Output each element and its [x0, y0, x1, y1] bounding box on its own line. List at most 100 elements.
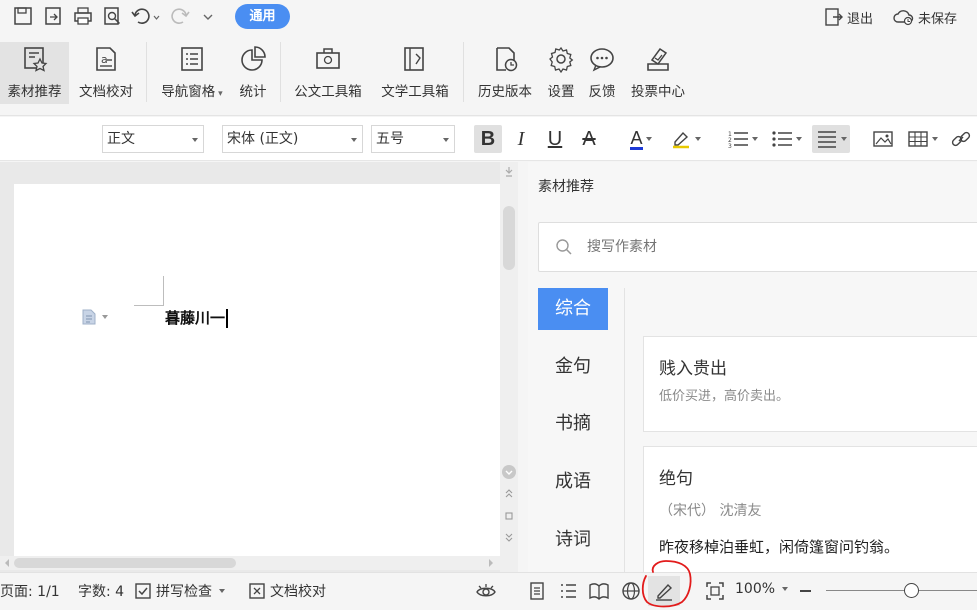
category-tab-poems[interactable]: 诗词 — [538, 519, 608, 561]
page-view-icon[interactable] — [526, 580, 548, 602]
feedback-icon — [590, 48, 614, 72]
ribbon-statistics-button[interactable]: 统计 — [234, 42, 272, 104]
svg-text:3: 3 — [728, 143, 732, 149]
ribbon-official-toolbox-button[interactable]: 公文工具箱 — [288, 42, 368, 104]
nav-pane-icon — [181, 47, 203, 71]
outline-view-icon[interactable] — [557, 580, 579, 602]
card-meta: （宋代） 沈清友 — [659, 503, 762, 519]
ribbon-label: 公文工具箱 — [294, 84, 362, 100]
ribbon-label: 文档校对 — [79, 84, 133, 100]
save-icon[interactable] — [12, 5, 34, 27]
ribbon-literature-toolbox-button[interactable]: 文学工具箱 — [374, 42, 456, 104]
ribbon-vote-center-button[interactable]: 投票中心 — [626, 42, 690, 104]
ribbon-label: 历史版本 — [478, 84, 532, 100]
reading-view-icon[interactable] — [588, 580, 610, 602]
ribbon-label: 统计 — [239, 84, 267, 100]
word-count-label: 字数: 4 — [78, 584, 125, 600]
writing-mode-button[interactable] — [648, 576, 680, 606]
category-tab-quotes[interactable]: 金句 — [538, 346, 608, 388]
official-toolbox-icon — [316, 48, 340, 69]
horizontal-scroll-thumb[interactable] — [14, 558, 236, 568]
zoom-select[interactable]: 100% — [735, 581, 789, 597]
material-card[interactable]: 贱入贵出 低价买进，高价卖出。 — [643, 336, 977, 432]
margin-corner-mark — [134, 276, 164, 306]
pie-chart-icon — [241, 46, 266, 71]
insert-table-button[interactable] — [904, 125, 940, 153]
numbered-list-icon: 123 — [728, 131, 748, 149]
zoom-out-button[interactable] — [800, 590, 811, 592]
unsaved-status-button[interactable]: 未保存 — [893, 6, 957, 28]
ribbon-history-button[interactable]: 历史版本 — [472, 42, 538, 104]
vertical-scroll-thumb[interactable] — [503, 206, 515, 270]
scroll-down-button[interactable] — [502, 465, 516, 479]
zoom-slider-thumb[interactable] — [904, 583, 919, 598]
bold-glyph: B — [480, 127, 496, 150]
style-select[interactable]: 正文 — [102, 125, 204, 153]
italic-button[interactable]: I — [508, 125, 534, 153]
font-color-button[interactable]: A — [622, 125, 660, 153]
underline-glyph: U — [547, 127, 563, 150]
font-size-select[interactable]: 五号 — [371, 125, 455, 153]
bold-button[interactable]: B — [474, 125, 502, 153]
quick-access-more-icon[interactable] — [200, 5, 216, 27]
proofread-icon: a — [96, 47, 116, 71]
exit-button[interactable]: 退出 — [824, 6, 873, 28]
document-text[interactable]: 暮藤川一 — [165, 308, 229, 328]
format-toolbar: 正文 宋体 (正文) 五号 B I U A A 123 — [0, 117, 977, 161]
next-page-icon[interactable] — [503, 532, 515, 544]
material-card[interactable]: 绝句 （宋代） 沈清友 昨夜移棹泊垂虹，闲倚篷窗问钓翁。 — [643, 446, 977, 572]
scroll-left-icon[interactable] — [2, 558, 12, 568]
font-family-select[interactable]: 宋体 (正文) — [222, 125, 363, 153]
italic-glyph: I — [517, 127, 525, 150]
spellcheck-label: 拼写检查 — [156, 584, 212, 600]
scroll-right-icon[interactable] — [486, 558, 496, 568]
horizontal-scrollbar[interactable] — [0, 556, 500, 570]
print-preview-icon[interactable] — [101, 5, 123, 27]
web-view-icon[interactable] — [620, 580, 642, 602]
ribbon-label: 导航窗格 ▾ — [161, 84, 223, 100]
status-proofread-button[interactable]: 文档校对 — [248, 581, 326, 601]
spellcheck-button[interactable]: 拼写检查 — [134, 581, 225, 601]
ribbon-material-button[interactable]: 素材推荐 — [0, 42, 69, 104]
document-page[interactable]: 暮藤川一 — [14, 184, 500, 556]
undo-icon[interactable] — [130, 5, 160, 27]
numbered-list-button[interactable]: 123 — [724, 125, 760, 153]
highlight-button[interactable] — [666, 125, 704, 153]
category-tab-excerpts[interactable]: 书摘 — [538, 403, 608, 445]
export-icon[interactable] — [42, 5, 64, 27]
font-color-glyph: A — [630, 127, 643, 150]
eye-protection-icon[interactable] — [475, 580, 497, 602]
strikethrough-button[interactable]: A — [575, 125, 603, 153]
collapse-ribbon-icon[interactable] — [503, 166, 515, 180]
category-tab-idioms[interactable]: 成语 — [538, 461, 608, 503]
ribbon-proofread-button[interactable]: a 文档校对 — [74, 42, 138, 104]
material-search-box[interactable] — [538, 222, 977, 272]
gear-icon — [549, 46, 574, 74]
insert-picture-button[interactable] — [870, 125, 896, 153]
insert-link-button[interactable] — [948, 125, 974, 153]
redo-icon[interactable] — [170, 5, 192, 27]
zoom-slider-track[interactable] — [826, 590, 977, 591]
underline-button[interactable]: U — [541, 125, 569, 153]
ribbon-feedback-button[interactable]: 反馈 — [584, 42, 620, 104]
card-title: 绝句 — [659, 469, 693, 489]
ribbon-nav-pane-button[interactable]: 导航窗格 ▾ — [155, 42, 229, 104]
category-tab-general[interactable]: 综合 — [538, 288, 608, 330]
bullet-list-button[interactable] — [768, 125, 804, 153]
vertical-scrollbar[interactable] — [500, 162, 518, 572]
page-count[interactable]: 页面: 1/1 — [0, 581, 60, 601]
material-search-input[interactable] — [587, 236, 887, 258]
word-count[interactable]: 字数: 4 — [78, 581, 124, 601]
title-bar: 通用 退出 未保存 — [0, 0, 977, 34]
exit-label: 退出 — [847, 11, 874, 27]
prev-page-icon[interactable] — [503, 487, 515, 499]
align-button[interactable] — [812, 125, 850, 153]
ribbon-label: 文学工具箱 — [381, 84, 449, 100]
paragraph-handle[interactable] — [80, 308, 108, 326]
ribbon-settings-button[interactable]: 设置 — [543, 42, 579, 104]
print-icon[interactable] — [72, 5, 94, 27]
ribbon-label: 反馈 — [588, 84, 616, 100]
tab-general[interactable]: 通用 — [235, 4, 290, 29]
select-browse-object-icon[interactable] — [503, 510, 515, 522]
fit-page-icon[interactable] — [704, 580, 726, 602]
